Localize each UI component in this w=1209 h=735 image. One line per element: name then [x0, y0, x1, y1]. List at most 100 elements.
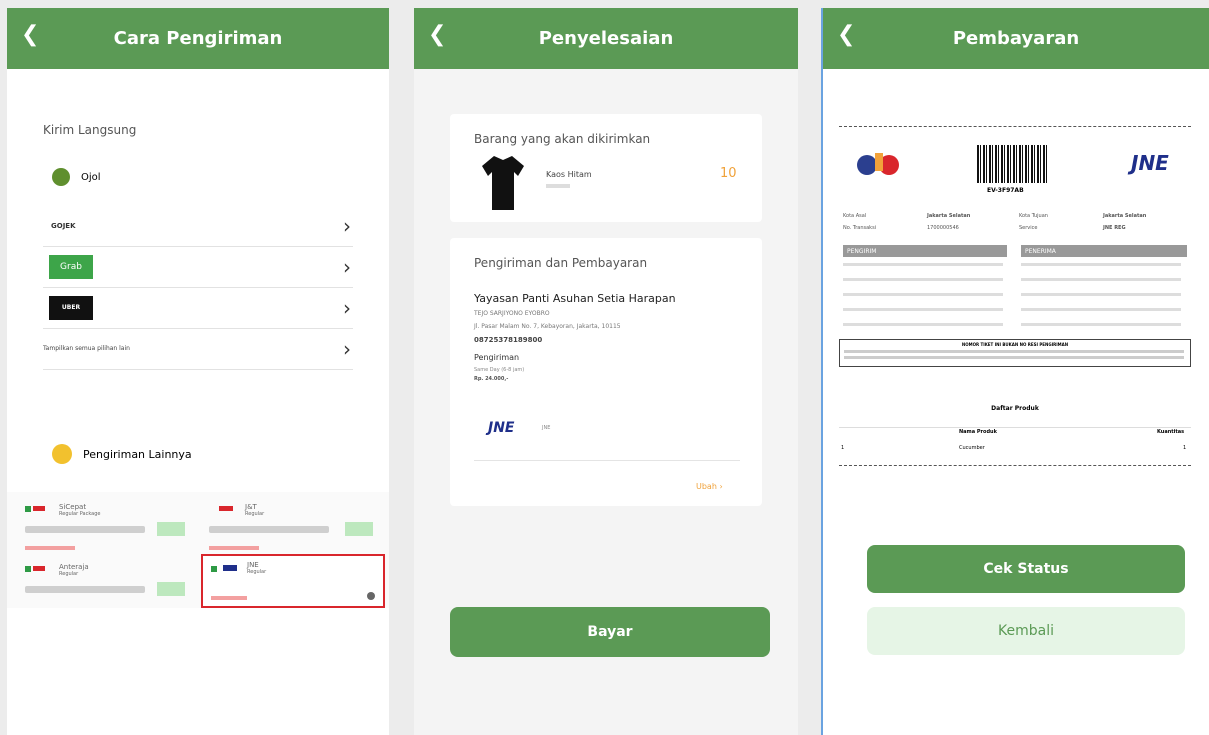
recipient-contact: TEJO SARJIYONO EYOBRO [474, 310, 550, 317]
courier-sub: Regular [245, 511, 265, 517]
row-qty: 1 [1183, 445, 1187, 451]
anteraja-logo [33, 566, 45, 571]
items-card: Barang yang akan dikirimkan Kaos Hitam 1… [450, 114, 762, 222]
courier-name: JNE [247, 561, 259, 569]
radio-dot [25, 506, 31, 512]
info-icon[interactable] [367, 592, 375, 600]
header-bar: ❮ Penyelesaian [414, 8, 798, 69]
info-value: Jakarta Selatan [927, 213, 971, 219]
confirm-chip [345, 522, 373, 536]
gojek-logo: GOJEK [51, 222, 76, 230]
product-price-placeholder [546, 184, 570, 188]
courier-sub: Regular [247, 569, 267, 575]
shipping-heading: Pengiriman dan Pembayaran [474, 256, 648, 270]
info-key: Kota Tujuan [1019, 213, 1048, 219]
link-bar [209, 546, 259, 550]
courier-sub: Regular Package [59, 511, 101, 517]
courier-sub: Regular [59, 571, 79, 577]
tshirt-image [482, 156, 524, 210]
courier-card-jnt[interactable]: J&T Regular [201, 498, 377, 554]
receiver-details [1021, 263, 1181, 333]
chevron-right-icon: › [343, 214, 351, 238]
change-link[interactable]: Ubah › [696, 482, 723, 491]
ojol-dot-icon [52, 168, 70, 186]
row-product: Cucumber [959, 445, 985, 451]
field-bar [25, 526, 145, 533]
product-list-title: Daftar Produk [991, 405, 1039, 412]
courier-name: JNE [542, 425, 551, 431]
receiver-header: PENERIMA [1021, 245, 1187, 257]
courier-name: Anteraja [59, 563, 89, 571]
page-title: Cara Pengiriman [113, 28, 283, 49]
tracking-number: EV-3F97AB [987, 187, 1024, 194]
col-product-name: Nama Produk [959, 429, 997, 435]
option-uber[interactable]: UBER › [43, 288, 353, 329]
show-all-label: Tampilkan semua pilihan lain [43, 345, 130, 352]
notice-line [844, 356, 1184, 359]
sender-header: PENGIRIM [843, 245, 1007, 257]
courier-card-anteraja[interactable]: Anteraja Regular [19, 558, 189, 602]
radio-dot [211, 566, 217, 572]
radio-dot [25, 566, 31, 572]
col-qty: Kuantitas [1157, 429, 1185, 435]
sicepat-logo [33, 506, 45, 511]
shipping-method-screen: ❮ Cara Pengiriman Kirim Langsung Ojol GO… [7, 8, 389, 735]
sender-details [843, 263, 1003, 333]
check-status-button[interactable]: Cek Status [867, 545, 1185, 593]
courier-card-jne-selected[interactable]: JNE Regular [201, 554, 385, 608]
chevron-right-icon: › [343, 255, 351, 279]
courier-name: J&T [245, 503, 257, 511]
jne-logo: JNE [488, 420, 515, 436]
back-button[interactable]: Kembali [867, 607, 1185, 655]
courier-card-sicepat[interactable]: SiCepat Regular Package [19, 498, 189, 554]
courier-name: SiCepat [59, 503, 87, 511]
notice-box: NOMOR TIKET INI BUKAN NO RESI PENGIRIMAN [839, 339, 1191, 367]
items-heading: Barang yang akan dikirimkan [474, 132, 651, 146]
recipient-name: Yayasan Panti Asuhan Setia Harapan [474, 292, 676, 305]
ojol-label: Ojol [81, 172, 101, 183]
chevron-right-icon: › [343, 296, 351, 320]
uber-logo: UBER [49, 296, 93, 320]
shipping-card: Pengiriman dan Pembayaran Yayasan Panti … [450, 238, 762, 506]
confirm-chip [157, 522, 185, 536]
header-bar: ❮ Cara Pengiriman [7, 8, 389, 69]
courier-grid: SiCepat Regular Package J&T Regular Ante… [7, 492, 389, 608]
divider [474, 460, 740, 461]
info-key: Kota Asal [843, 213, 867, 219]
shipping-price: Rp. 24.000,- [474, 376, 509, 382]
info-value: JNE REG [1103, 225, 1126, 231]
info-value: 1700000546 [927, 225, 959, 231]
change-link-label: Ubah [696, 482, 717, 491]
info-value: Jakarta Selatan [1103, 213, 1147, 219]
payment-screen: ❮ Pembayaran EV-3F97AB JNE Kota Asal Jak… [821, 8, 1209, 735]
header-bar: ❮ Pembayaran [823, 8, 1209, 69]
jne-logo: JNE [1131, 151, 1169, 175]
confirm-chip [157, 582, 185, 596]
recipient-address: Jl. Pasar Malam No. 7, Kebayoran, Jakart… [474, 323, 621, 330]
page-title: Pembayaran [952, 28, 1080, 49]
section-direct-title: Kirim Langsung [43, 123, 137, 137]
page-title: Penyelesaian [538, 28, 674, 49]
row-no: 1 [841, 445, 845, 451]
pay-button[interactable]: Bayar [450, 607, 770, 657]
other-shipping-icon [52, 444, 72, 464]
jbb-logo [857, 153, 899, 175]
link-bar [25, 546, 75, 550]
option-show-all[interactable]: Tampilkan semua pilihan lain › [43, 329, 353, 370]
shipping-detail: Same Day (6-8 jam) [474, 367, 525, 373]
jne-logo [223, 565, 237, 571]
notice-title: NOMOR TIKET INI BUKAN NO RESI PENGIRIMAN [961, 342, 1069, 347]
product-qty: 10 [720, 166, 737, 181]
option-grab[interactable]: Grab › [43, 247, 353, 288]
grab-logo: Grab [49, 255, 93, 279]
option-gojek[interactable]: GOJEK › [43, 206, 353, 247]
info-key: No. Transaksi [843, 225, 877, 231]
product-name: Kaos Hitam [546, 170, 592, 179]
field-bar [209, 526, 329, 533]
info-key: Service [1019, 225, 1038, 231]
checkout-screen: ❮ Penyelesaian Barang yang akan dikirimk… [414, 8, 798, 735]
shipping-label: Pengiriman [474, 353, 520, 362]
divider [839, 427, 1191, 428]
link-bar [211, 596, 247, 600]
section-other-title: Pengiriman Lainnya [83, 448, 192, 461]
